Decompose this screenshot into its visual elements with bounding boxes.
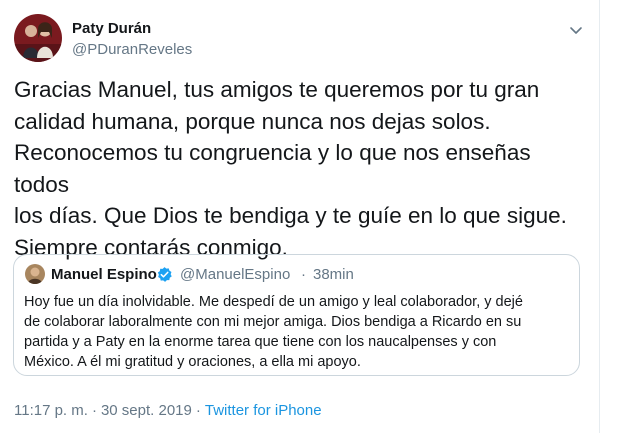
author-handle[interactable]: @PDuranReveles	[72, 41, 192, 58]
verified-badge-icon	[156, 266, 173, 283]
quoted-author-handle[interactable]: @ManuelEspino	[180, 266, 290, 283]
quoted-timestamp[interactable]: 38min	[313, 266, 354, 283]
author-name[interactable]: Paty Durán	[72, 20, 151, 37]
author-avatar[interactable]	[14, 14, 62, 62]
meta-separator: ·	[195, 402, 201, 419]
quoted-author-avatar[interactable]	[25, 264, 45, 284]
tweet-header: Paty Durán @PDuranReveles	[14, 14, 584, 64]
tweet-date[interactable]: 30 sept. 2019	[101, 402, 192, 419]
quoted-tweet[interactable]: Manuel Espino @ManuelEspino · 38min Hoy …	[13, 254, 580, 376]
quoted-separator: ·	[301, 266, 306, 283]
tweet-metadata: 11:17 p. m. · 30 sept. 2019 · Twitter for iP…	[14, 402, 322, 419]
tweet-text: Gracias Manuel, tus amigos te queremos p…	[14, 77, 567, 260]
meta-separator: ·	[91, 402, 97, 419]
tweet-source-link[interactable]: Twitter for iPhone	[205, 402, 322, 419]
tweet-time[interactable]: 11:17 p. m.	[14, 402, 88, 419]
chevron-down-icon[interactable]	[568, 22, 584, 38]
quoted-author-name[interactable]: Manuel Espino	[51, 266, 157, 283]
quoted-tweet-text: Hoy fue un día inolvidable. Me despedí d…	[24, 294, 523, 370]
column-divider	[599, 0, 600, 433]
tweet-card: Paty Durán @PDuranReveles Gracias Manuel…	[0, 0, 618, 433]
